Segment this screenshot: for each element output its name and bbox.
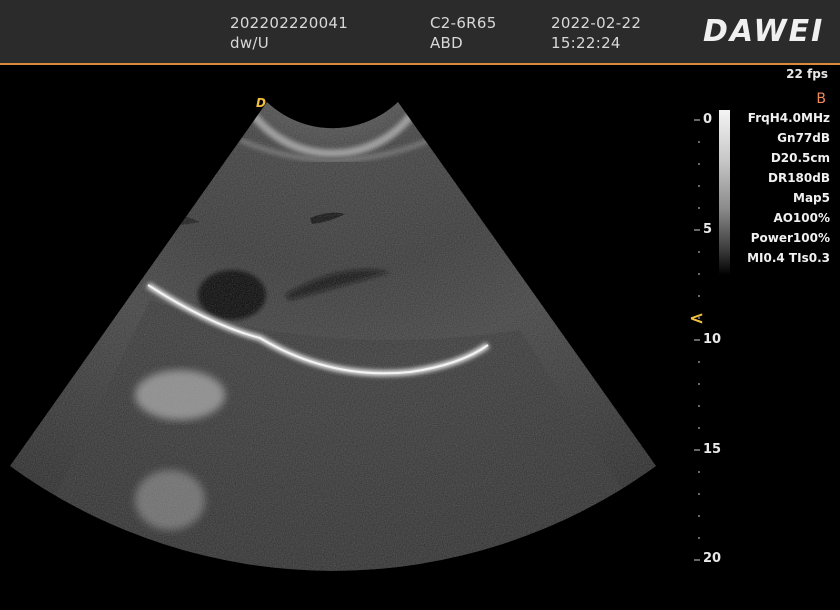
depth-label-20: 20 [703,551,722,566]
ultrasound-image [10,102,656,571]
depth-label-10: 10 [703,332,722,347]
param-power: Power100% [750,231,830,245]
focus-position-marker[interactable]: < [689,308,704,329]
grayscale-bar [719,110,730,275]
param-gain: Gn77dB [777,131,830,145]
param-mi-tis: MI0.4 TIs0.3 [747,251,830,265]
depth-label-15: 15 [703,442,722,457]
depth-label-0: 0 [703,112,713,127]
imaging-mode: B [816,91,826,107]
depth-scale-ticks [694,119,700,561]
frame-rate: 22 fps [786,67,828,81]
param-dynamic-range: DR180dB [768,171,830,185]
param-acoustic-output: AO100% [773,211,830,225]
param-map: Map5 [793,191,830,205]
param-frequency: FrqH4.0MHz [747,111,830,125]
param-depth: D20.5cm [770,151,830,165]
depth-label-5: 5 [703,222,713,237]
orientation-marker: D [256,96,266,110]
